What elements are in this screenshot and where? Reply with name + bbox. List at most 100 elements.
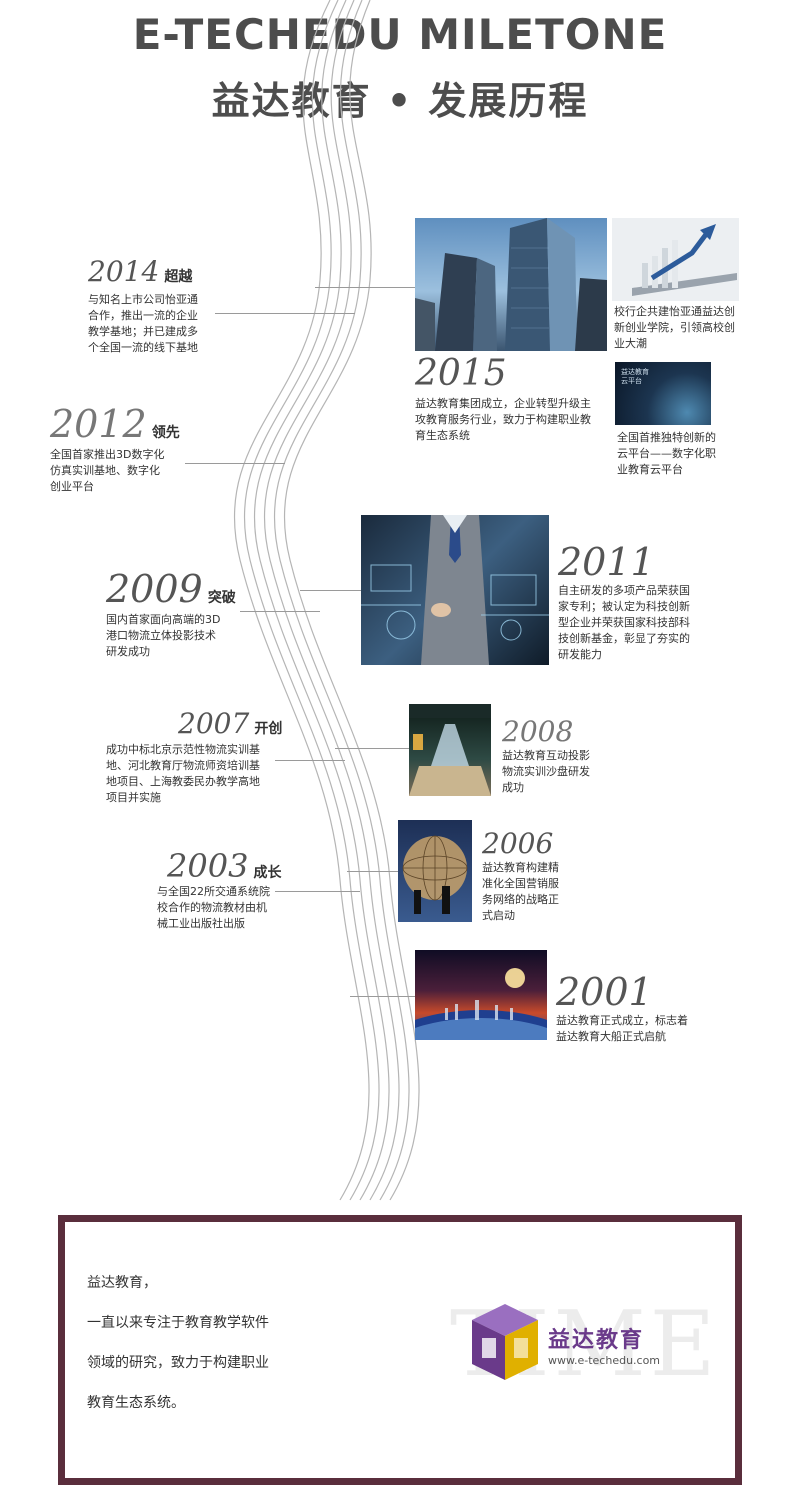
desc-line: 国内首家面向高端的3D — [106, 613, 221, 626]
desc-line: 校行企共建怡亚通益达创 — [614, 305, 735, 318]
year-2009: 2009 — [106, 567, 203, 611]
desc-line: 云平台——数字化职 — [617, 447, 716, 460]
desc-line: 全国首家推出3D数字化 — [50, 448, 165, 461]
desc-line: 务网络的战略正 — [482, 893, 559, 906]
year-2008: 2008 — [502, 715, 574, 748]
desc-2015-school: 校行企共建怡亚通益达创 新创业学院，引领高校创 业大潮 — [614, 304, 754, 352]
tag-2014: 超越 — [164, 269, 193, 285]
desc-2001: 益达教育正式成立，标志着 益达教育大船正式启航 — [556, 1013, 756, 1045]
brand-logo: 益达教育 www.e-techedu.com — [470, 1302, 710, 1382]
desc-line: 校合作的物流教材由机 — [157, 901, 267, 914]
milestone-2006: 2006 益达教育构建精 准化全国营销服 务网络的战略正 式启动 — [482, 830, 602, 924]
desc-2009: 国内首家面向高端的3D 港口物流立体投影技术 研发成功 — [106, 612, 286, 660]
desc-line: 益达教育互动投影 — [502, 749, 590, 762]
desc-line: 械工业出版社出版 — [157, 917, 245, 930]
connector-2006 — [347, 871, 398, 872]
milestone-2009: 2009 突破 国内首家面向高端的3D 港口物流立体投影技术 研发成功 — [106, 570, 286, 660]
desc-line: 益达教育正式成立，标志着 — [556, 1014, 688, 1027]
milestone-2015: 2015 益达教育集团成立，企业转型升级主 攻教育服务行业，致力于构建职业教 育… — [415, 356, 615, 444]
desc-line: 新创业学院，引领高校创 — [614, 321, 735, 334]
desc-line: 业大潮 — [614, 337, 647, 350]
year-2012: 2012 — [50, 402, 147, 446]
desc-2006: 益达教育构建精 准化全国营销服 务网络的战略正 式启动 — [482, 860, 602, 924]
photo-earth-horizon — [415, 950, 547, 1040]
desc-2015-cloud: 全国首推独特创新的 云平台——数字化职 业教育云平台 — [617, 430, 747, 478]
desc-line: 攻教育服务行业，致力于构建职业教 — [415, 413, 591, 426]
desc-line: 全国首推独特创新的 — [617, 431, 716, 444]
desc-line: 研发成功 — [106, 645, 150, 658]
desc-line: 与全国22所交通系统院 — [157, 885, 270, 898]
desc-line: 型企业并荣获国家科技部科 — [558, 616, 690, 629]
connector-2011 — [300, 590, 361, 591]
connector-2009 — [240, 611, 320, 612]
photo-projection-room — [409, 704, 491, 796]
summary-text: 益达教育， 一直以来专注于教育教学软件 领域的研究，致力于构建职业 教育生态系统… — [87, 1272, 269, 1412]
desc-line: 家专利；被认定为科技创新 — [558, 600, 690, 613]
desc-line: 准化全国营销服 — [482, 877, 559, 890]
desc-line: 物流实训沙盘研发 — [502, 765, 590, 778]
tag-2007: 开创 — [254, 721, 283, 737]
desc-line: 益达教育集团成立，企业转型升级主 — [415, 397, 591, 410]
desc-line: 技创新基金，彰显了夯实的 — [558, 632, 690, 645]
milestone-2011: 2011 自主研发的多项产品荣获国 家专利；被认定为科技创新 型企业并荣获国家科… — [558, 543, 758, 663]
desc-line: 成功中标北京示范性物流实训基 — [106, 743, 260, 756]
photo-cloud-platform: 益达教育 云平台 — [615, 362, 711, 425]
desc-line: 成功 — [502, 781, 524, 794]
summary-line: 一直以来专注于教育教学软件 — [87, 1315, 269, 1331]
desc-2008: 益达教育互动投影 物流实训沙盘研发 成功 — [502, 748, 642, 796]
connector-2012 — [185, 463, 285, 464]
year-2003: 2003 — [167, 847, 249, 885]
desc-line: 业教育云平台 — [617, 463, 683, 476]
summary-line: 教育生态系统。 — [87, 1395, 185, 1411]
summary-box: 益达教育， 一直以来专注于教育教学软件 领域的研究，致力于构建职业 教育生态系统… — [58, 1215, 742, 1485]
cloud-caption-line: 云平台 — [621, 377, 642, 385]
summary-line: 领域的研究，致力于构建职业 — [87, 1355, 269, 1371]
year-2001: 2001 — [556, 970, 653, 1014]
desc-line: 地项目、上海教委民办教学高地 — [106, 775, 260, 788]
desc-2012: 全国首家推出3D数字化 仿真实训基地、数字化 创业平台 — [50, 447, 250, 495]
connector-2001 — [350, 996, 415, 997]
desc-line: 益达教育构建精 — [482, 861, 559, 874]
tag-2009: 突破 — [207, 590, 236, 606]
desc-line: 合作，推出一流的企业 — [88, 309, 198, 322]
desc-2011: 自主研发的多项产品荣获国 家专利；被认定为科技创新 型企业并荣获国家科技部科 技… — [558, 583, 758, 663]
desc-2007: 成功中标北京示范性物流实训基 地、河北教育厅物流师资培训基 地项目、上海教委民办… — [106, 742, 306, 806]
year-2007: 2007 — [178, 707, 250, 740]
tag-2003: 成长 — [253, 865, 282, 881]
desc-2014: 与知名上市公司怡亚通 合作，推出一流的企业 教学基地；并已建成多 个全国一流的线… — [88, 292, 248, 356]
desc-line: 教学基地；并已建成多 — [88, 325, 198, 338]
desc-line: 个全国一流的线下基地 — [88, 341, 198, 354]
desc-line: 与知名上市公司怡亚通 — [88, 293, 198, 306]
desc-line: 研发能力 — [558, 648, 602, 661]
brand-name: 益达教育 — [548, 1328, 645, 1353]
connector-2008 — [335, 748, 409, 749]
desc-line: 益达教育大船正式启航 — [556, 1030, 666, 1043]
year-2006: 2006 — [482, 827, 554, 860]
desc-line: 育生态系统 — [415, 429, 470, 442]
year-2011: 2011 — [558, 540, 655, 584]
desc-line: 仿真实训基地、数字化 — [50, 464, 160, 477]
photo-globe — [398, 820, 472, 922]
milestone-2012: 2012 领先 全国首家推出3D数字化 仿真实训基地、数字化 创业平台 — [50, 405, 250, 495]
milestone-2008: 2008 益达教育互动投影 物流实训沙盘研发 成功 — [502, 718, 642, 796]
milestone-2007: 2007 开创 成功中标北京示范性物流实训基 地、河北教育厅物流师资培训基 地项… — [106, 710, 306, 806]
summary-line: 益达教育， — [87, 1275, 157, 1291]
connector-2007 — [275, 760, 345, 761]
milestone-2014: 2014 超越 与知名上市公司怡亚通 合作，推出一流的企业 教学基地；并已建成多… — [88, 258, 248, 356]
connector-2003 — [275, 891, 360, 892]
logo-cube-icon — [472, 1304, 538, 1380]
desc-2015: 益达教育集团成立，企业转型升级主 攻教育服务行业，致力于构建职业教 育生态系统 — [415, 396, 615, 444]
year-2015: 2015 — [415, 353, 507, 394]
photo-growth-chart — [612, 218, 739, 301]
desc-line: 自主研发的多项产品荣获国 — [558, 584, 690, 597]
desc-line: 创业平台 — [50, 480, 94, 493]
cloud-caption-line: 益达教育 — [621, 368, 649, 376]
photo-skyscrapers — [415, 218, 607, 351]
brand-url: www.e-techedu.com — [548, 1354, 661, 1367]
photo-businessman — [361, 515, 549, 665]
milestone-2001: 2001 益达教育正式成立，标志着 益达教育大船正式启航 — [556, 973, 756, 1045]
connector-2014 — [215, 313, 355, 314]
connector-2015 — [315, 287, 415, 288]
cloud-caption: 益达教育 云平台 — [621, 368, 649, 386]
desc-line: 项目并实施 — [106, 791, 161, 804]
